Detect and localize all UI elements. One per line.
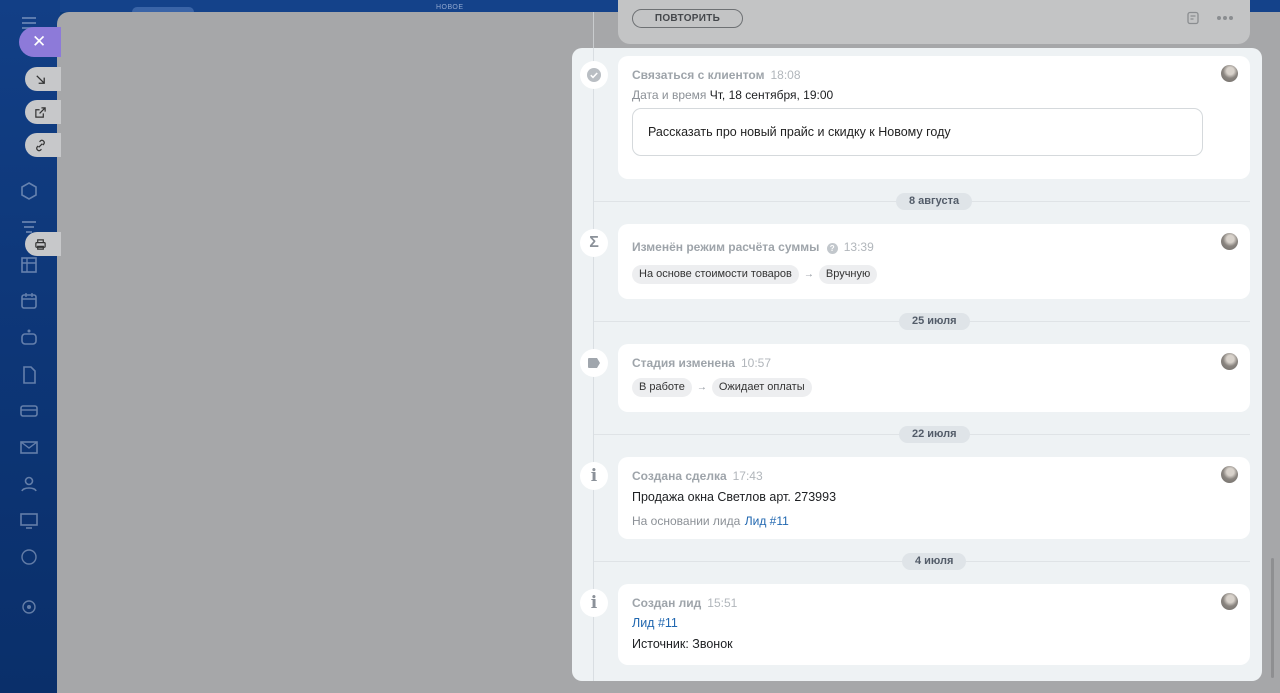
sum-mode-change: На основе стоимости товаров → Вручную bbox=[632, 264, 878, 284]
sigma-icon: Σ bbox=[589, 234, 599, 251]
settings-icon[interactable] bbox=[18, 596, 40, 618]
from-tag: В работе bbox=[632, 378, 692, 397]
deal-basis-label: На основании лида bbox=[632, 514, 741, 528]
mail-icon[interactable] bbox=[18, 436, 40, 458]
avatar[interactable] bbox=[1221, 233, 1238, 250]
tag-icon bbox=[588, 358, 600, 368]
date-badge: 25 июля bbox=[899, 313, 970, 330]
task-date-value[interactable]: Чт, 18 сентября, 19:00 bbox=[710, 88, 833, 102]
robot-icon[interactable] bbox=[18, 327, 40, 349]
deal-basis: На основании лида Лид #11 bbox=[632, 512, 789, 530]
date-badge: 4 июля bbox=[902, 553, 967, 570]
stage-title: Стадия изменена 10:57 bbox=[632, 356, 772, 370]
avatar[interactable] bbox=[1221, 353, 1238, 370]
repeat-button[interactable]: ПОВТОРИТЬ bbox=[632, 9, 743, 28]
date-badge: 22 июля bbox=[899, 426, 970, 443]
lead-source: Источник: Звонок bbox=[632, 637, 733, 651]
printer-icon bbox=[35, 238, 46, 250]
lead-time: 15:51 bbox=[707, 596, 738, 610]
task-card: Связаться с клиентом 18:08 Дата и время Ч… bbox=[618, 56, 1250, 179]
to-tag: Ожидает оплаты bbox=[711, 378, 812, 397]
stage-time: 10:57 bbox=[740, 356, 772, 370]
stage-marker bbox=[580, 349, 608, 377]
deal-marker: i bbox=[580, 462, 608, 490]
to-tag: Вручную bbox=[818, 265, 878, 284]
task-title: Связаться с клиентом 18:08 bbox=[632, 68, 801, 82]
info-icon: i bbox=[590, 466, 598, 486]
document-icon[interactable] bbox=[18, 364, 40, 386]
task-date-label: Дата и время bbox=[632, 88, 707, 102]
task-comment[interactable]: Рассказать про новый прайс и скидку к Но… bbox=[632, 108, 1203, 156]
sum-marker: Σ bbox=[580, 229, 608, 257]
avatar[interactable] bbox=[1221, 466, 1238, 483]
arrow-right-icon: → bbox=[803, 269, 814, 280]
close-icon: ✕ bbox=[32, 32, 47, 51]
sum-mode-card: Изменён режим расчёта суммы ? 13:39 На ос… bbox=[618, 224, 1250, 299]
link-icon bbox=[36, 139, 45, 151]
avatar[interactable] bbox=[1221, 593, 1238, 610]
stage-change: В работе → Ожидает оплаты bbox=[632, 377, 812, 397]
deal-time: 17:43 bbox=[732, 469, 763, 483]
monitor-icon[interactable] bbox=[18, 510, 40, 532]
stage-card: Стадия изменена 10:57 В работе → Ожидает оп… bbox=[618, 344, 1250, 412]
task-done-marker bbox=[580, 61, 608, 89]
date-badge: 8 августа bbox=[896, 193, 973, 210]
print-button[interactable] bbox=[25, 232, 61, 256]
open-new-window-button[interactable] bbox=[25, 100, 61, 124]
copy-link-button[interactable] bbox=[25, 133, 61, 157]
task-time: 18:08 bbox=[770, 68, 801, 82]
avatar[interactable] bbox=[1221, 65, 1238, 82]
help-icon[interactable]: ? bbox=[826, 243, 838, 254]
card-icon[interactable] bbox=[18, 400, 40, 422]
hexagon-icon[interactable] bbox=[18, 180, 40, 202]
calendar-icon[interactable] bbox=[18, 290, 40, 312]
table-icon[interactable] bbox=[18, 254, 40, 276]
deal-card: Создана сделка 17:43 Продажа окна Светлов… bbox=[618, 457, 1250, 539]
deal-name: Продажа окна Светлов арт. 273993 bbox=[632, 490, 837, 504]
lead-marker: i bbox=[580, 589, 608, 617]
timeline-panel: Связаться с клиентом 18:08 Дата и время Ч… bbox=[572, 48, 1262, 681]
arrow-down-right-icon bbox=[36, 74, 45, 84]
external-link-icon bbox=[35, 106, 46, 118]
sum-mode-title: Изменён режим расчёта суммы ? 13:39 bbox=[632, 240, 874, 254]
from-tag: На основе стоимости товаров bbox=[632, 265, 799, 284]
timeline-line-top bbox=[593, 12, 594, 48]
scrollbar[interactable] bbox=[1271, 558, 1274, 678]
arrow-right-icon: → bbox=[696, 382, 707, 393]
note-icon[interactable] bbox=[1186, 11, 1200, 25]
deal-title: Создана сделка 17:43 bbox=[632, 469, 763, 483]
info-circle-icon[interactable] bbox=[18, 546, 40, 568]
contacts-icon[interactable] bbox=[18, 473, 40, 495]
topbar-label: НОВОЕ bbox=[436, 4, 464, 11]
check-circle-icon bbox=[587, 68, 601, 82]
lead-title: Создан лид 15:51 bbox=[632, 596, 738, 610]
sum-mode-time: 13:39 bbox=[843, 240, 874, 254]
close-slider-button[interactable]: ✕ bbox=[19, 27, 61, 57]
lead-link[interactable]: Лид #11 bbox=[632, 616, 678, 630]
lead-link[interactable]: Лид #11 bbox=[745, 514, 789, 528]
minimize-button[interactable] bbox=[25, 67, 61, 91]
task-deadline: Дата и время Чт, 18 сентября, 19:00 bbox=[632, 88, 833, 102]
repeat-card: ПОВТОРИТЬ bbox=[618, 0, 1250, 44]
info-icon: i bbox=[590, 593, 598, 613]
more-icon[interactable] bbox=[1216, 15, 1234, 21]
lead-card: Создан лид 15:51 Лид #11 Источник: Звонок bbox=[618, 584, 1250, 665]
